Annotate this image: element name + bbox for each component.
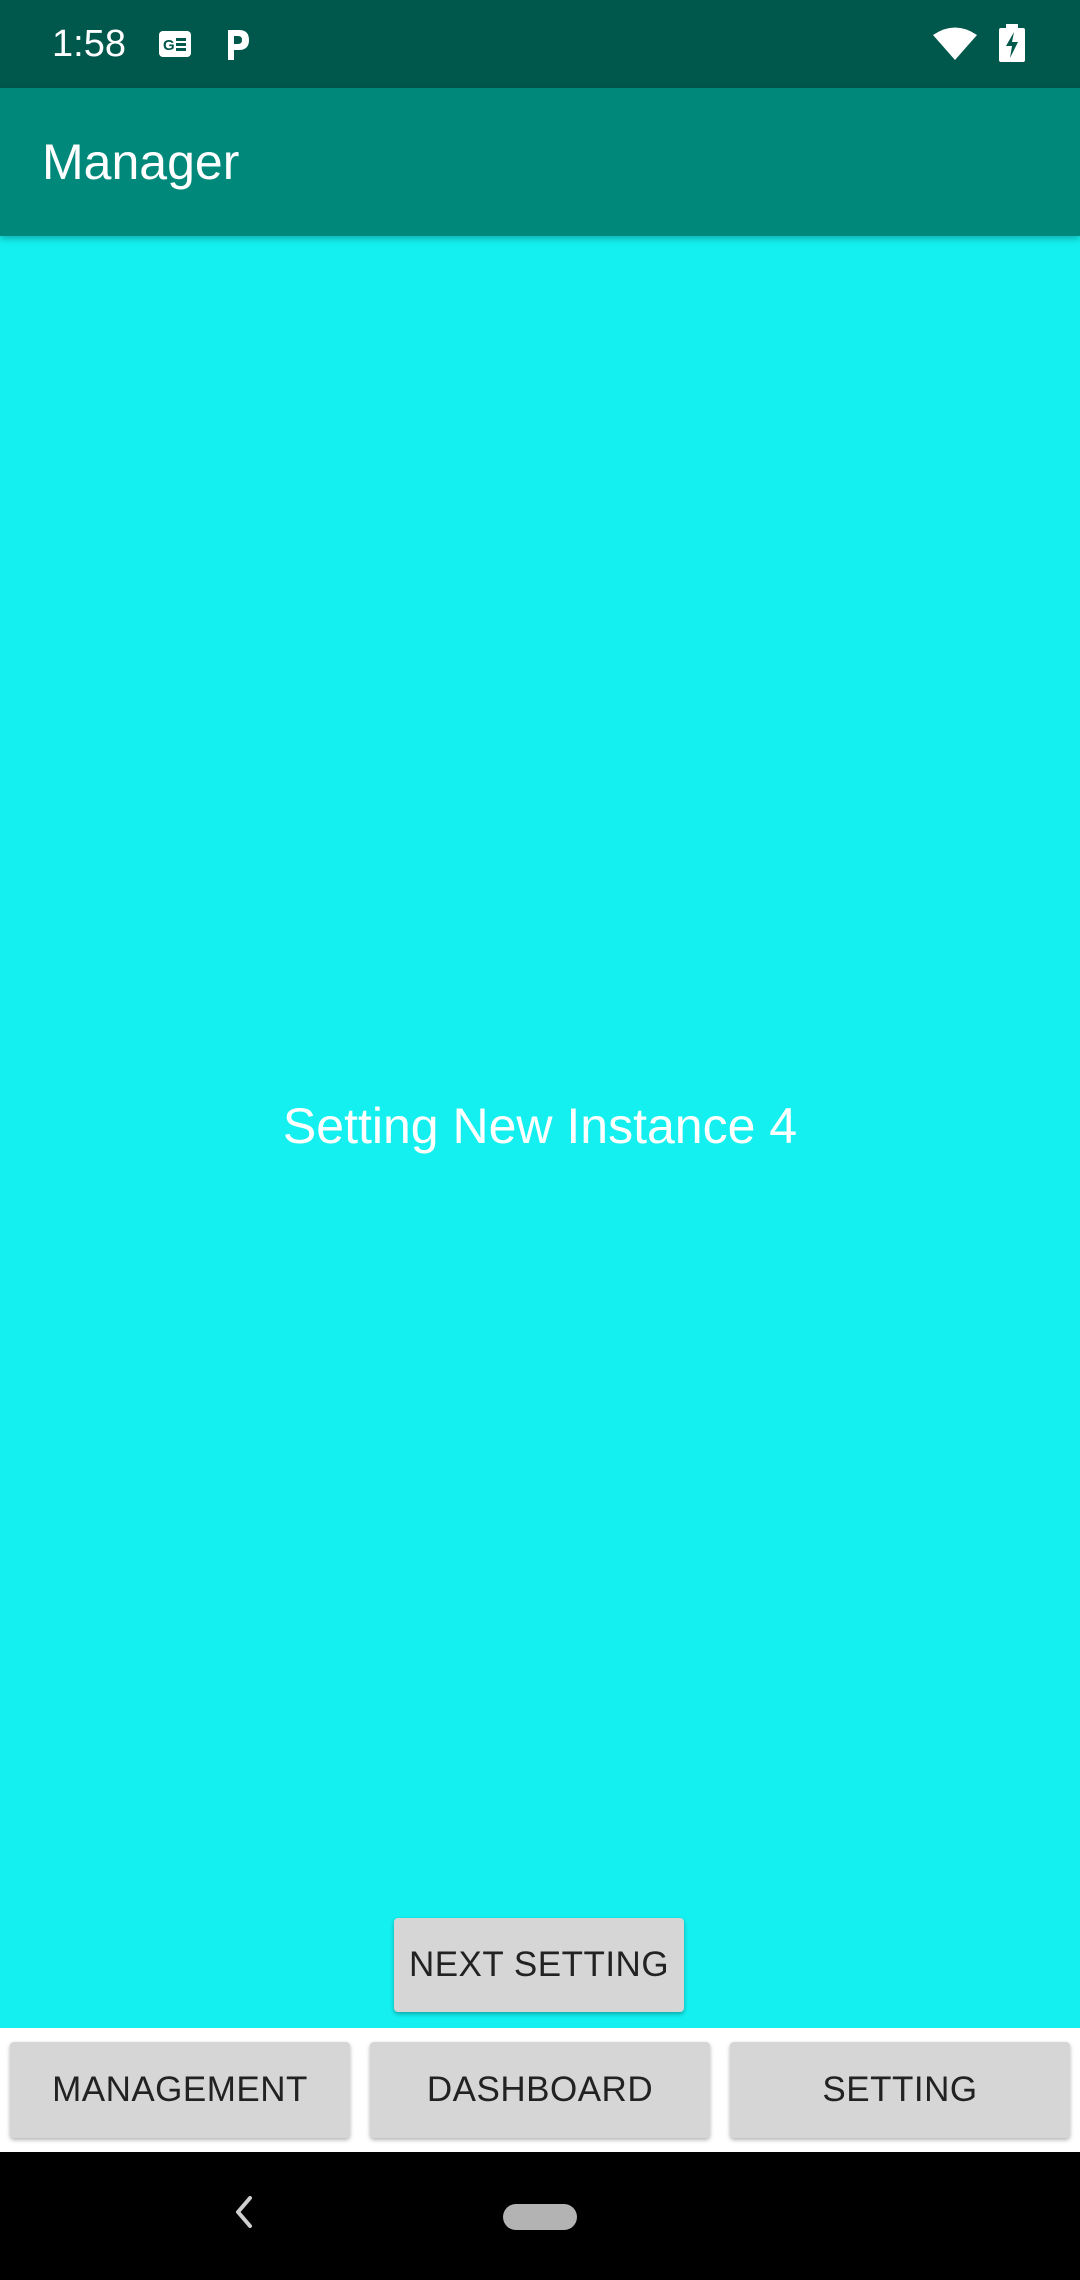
battery-charging-icon	[996, 24, 1028, 62]
back-icon[interactable]	[230, 2192, 256, 2232]
app-bar: Manager	[0, 88, 1080, 236]
bottom-navigation: MANAGEMENT DASHBOARD SETTING	[0, 2028, 1080, 2152]
svg-text:G: G	[163, 37, 175, 54]
status-bar: 1:58 G	[0, 0, 1080, 88]
home-pill[interactable]	[503, 2204, 577, 2230]
parking-icon	[222, 26, 252, 62]
news-icon: G	[158, 30, 192, 58]
instance-label: Setting New Instance 4	[282, 1098, 798, 1154]
status-time: 1:58	[52, 23, 126, 65]
management-button[interactable]: MANAGEMENT	[10, 2042, 350, 2138]
app-title: Manager	[42, 134, 240, 190]
dashboard-button[interactable]: DASHBOARD	[370, 2042, 710, 2138]
setting-button[interactable]: SETTING	[730, 2042, 1070, 2138]
wifi-icon	[932, 26, 978, 62]
main-content: Setting New Instance 4 NEXT SETTING	[0, 236, 1080, 2028]
next-setting-button[interactable]: NEXT SETTING	[394, 1918, 684, 2012]
